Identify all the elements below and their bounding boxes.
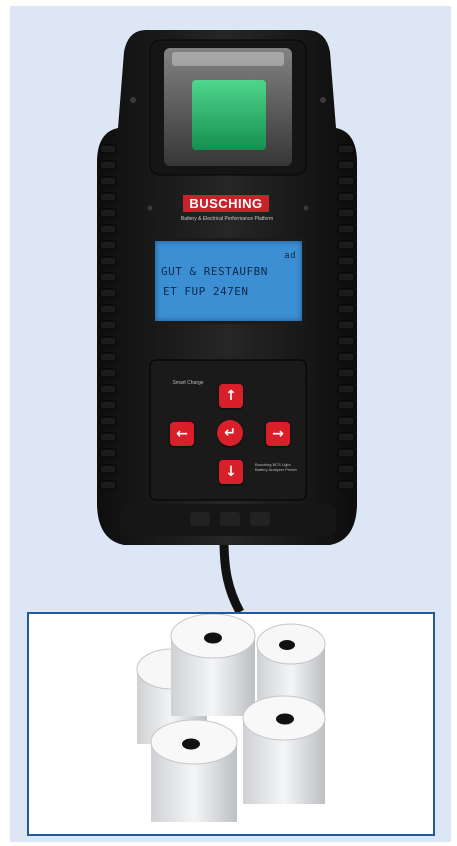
arrow-up-icon: ↑: [225, 388, 237, 404]
paper-roll: [170, 614, 256, 716]
arrow-left-icon: ←: [176, 426, 188, 442]
paper-roll: [150, 719, 238, 822]
arrow-right-icon: →: [272, 426, 284, 442]
left-arrow-key[interactable]: ←: [170, 422, 194, 446]
right-arrow-key[interactable]: →: [266, 422, 290, 446]
lcd-line-0: ad: [284, 251, 296, 261]
enter-key[interactable]: ↵: [217, 420, 243, 446]
lcd-line-1: GUT & RESTAUFBN: [161, 265, 268, 278]
up-arrow-key[interactable]: ↑: [219, 384, 243, 408]
brand-logo: BUSCHING: [183, 195, 269, 212]
cable: [219, 539, 244, 612]
lcd-line-2: ET FUP 247EN: [163, 285, 249, 298]
device-small-print: Busching BCS Light Battery Analyzer Prin…: [255, 462, 298, 472]
paper-roll: [242, 695, 326, 804]
paper-rolls-image: [136, 614, 326, 822]
enter-icon: ↵: [224, 425, 236, 441]
arrow-down-icon: ↓: [225, 464, 237, 480]
down-arrow-key[interactable]: ↓: [219, 460, 243, 484]
brand-tagline: Battery & Electrical Performance Platfor…: [180, 216, 274, 222]
charge-logo: Smart Charge: [172, 380, 204, 386]
paper-rolls-panel: [27, 612, 435, 836]
lcd-screen: ad GUT & RESTAUFBN ET FUP 247EN: [152, 238, 305, 324]
paper-roll-window: [192, 80, 266, 150]
